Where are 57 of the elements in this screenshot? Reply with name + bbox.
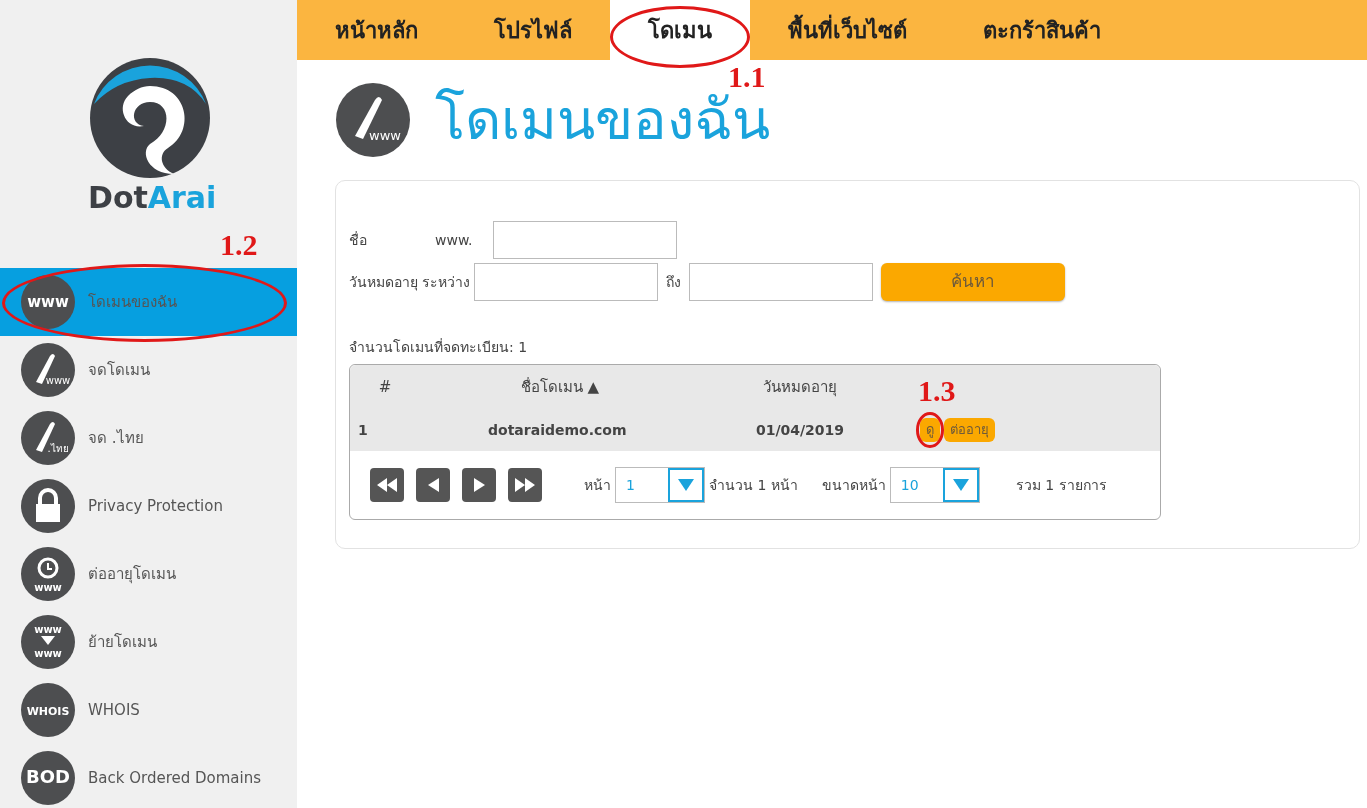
sidebar-item[interactable]: Privacy Protection	[0, 472, 297, 540]
badge-icon: WHOIS	[20, 682, 76, 738]
field-label: ชื่อ	[349, 230, 368, 250]
field-prefix: www.	[435, 230, 474, 250]
sidebar-item[interactable]: WHOIS WHOIS	[0, 676, 297, 744]
first-page-button[interactable]	[370, 468, 404, 502]
sidebar-item[interactable]: www ต่ออายุโดเมน	[0, 540, 297, 608]
transfer-icon: www www	[20, 614, 76, 670]
sidebar-item[interactable]: www www ย้ายโดเมน	[0, 608, 297, 676]
field-label: ถึง	[666, 272, 682, 292]
logo-icon	[88, 56, 212, 180]
pen-icon: .ไทย	[20, 410, 76, 466]
clock-icon: www	[20, 546, 76, 602]
lock-icon	[20, 478, 76, 534]
callout-label: 1.2	[220, 230, 258, 260]
column-header: วันหมดอายุ	[762, 376, 838, 399]
pen-icon: www	[20, 342, 76, 398]
pager-label: ขนาดหน้า	[821, 475, 886, 495]
page-title: โดเมนของฉัน	[435, 89, 770, 151]
table-cell-text: 01/04/2019	[754, 420, 846, 440]
dropdown-arrow-icon	[677, 478, 695, 492]
view-button[interactable]: ดู	[920, 418, 940, 442]
logo-text: DotArai	[88, 180, 217, 216]
rewind-icon	[377, 478, 397, 492]
next-page-button[interactable]	[462, 468, 496, 502]
nav-tab[interactable]: หน้าหลัก	[297, 0, 456, 60]
right-arrow-icon	[473, 478, 485, 492]
fast-forward-icon	[515, 478, 535, 492]
date-field[interactable]	[474, 263, 659, 301]
callout-label: 1.1	[728, 62, 766, 92]
callout-label: 1.3	[918, 375, 956, 406]
dropdown-arrow-icon	[951, 478, 970, 492]
column-header: ชื่อโดเมน ▲	[519, 376, 601, 398]
badge-icon: www	[20, 274, 76, 330]
pager-total: รวม 1 รายการ	[1015, 475, 1107, 495]
nav-tab[interactable]: โดเมน	[610, 0, 750, 60]
prev-page-button[interactable]	[416, 468, 450, 502]
pen-icon: www	[335, 82, 411, 158]
pager-text: จำนวน 1 หน้า	[709, 475, 798, 495]
count-text: จำนวนโดเมนที่จดทะเบียน: 1	[349, 337, 529, 357]
field-label: วันหมดอายุ ระหว่าง	[349, 272, 471, 293]
badge-icon: BOD	[20, 750, 76, 806]
sidebar-item[interactable]: BOD Back Ordered Domains	[0, 744, 297, 808]
last-page-button[interactable]	[508, 468, 542, 502]
nav-tab[interactable]: โปรไฟล์	[456, 0, 610, 60]
sidebar-item[interactable]: www จดโดเมน	[0, 336, 297, 404]
nav-tab[interactable]: พื้นที่เว็บไซต์	[750, 0, 945, 60]
left-arrow-icon	[427, 478, 439, 492]
sidebar-item[interactable]: .ไทย จด .ไทย	[0, 404, 297, 472]
sidebar-item[interactable]: www โดเมนของฉัน	[0, 268, 297, 336]
input-field[interactable]	[493, 221, 677, 259]
date-field[interactable]	[689, 263, 874, 301]
pager-label: หน้า	[584, 475, 611, 495]
nav-tab[interactable]: ตะกร้าสินค้า	[945, 0, 1139, 60]
table-cell-text: 1	[357, 420, 369, 440]
table-cell-text: dotaraidemo.com	[487, 420, 628, 440]
column-header: #	[377, 376, 393, 398]
